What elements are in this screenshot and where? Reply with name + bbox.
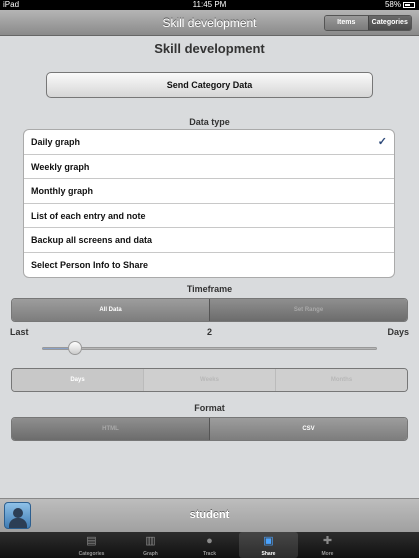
tab-categories[interactable]: ▤ Categories (62, 532, 121, 558)
tab-graph[interactable]: ▥ Graph (121, 532, 180, 558)
range-unit-segmented-control: Days Weeks Months (11, 368, 408, 392)
categories-icon: ▤ (86, 535, 97, 547)
range-row: Last 2 Days (0, 327, 419, 339)
range-value: 2 (206, 327, 212, 337)
range-slider-thumb[interactable] (68, 341, 82, 355)
row-label: Daily graph (31, 137, 81, 147)
data-type-row-person-info[interactable]: Select Person Info to Share (24, 253, 394, 278)
row-label: Weekly graph (31, 161, 90, 172)
send-category-data-button[interactable]: Send Category Data (46, 72, 373, 98)
row-label: Monthly graph (31, 186, 93, 196)
tab-label: Track (202, 551, 217, 557)
tab-track[interactable]: ● Track (180, 532, 239, 558)
battery-icon (403, 2, 415, 8)
data-type-row-backup[interactable]: Backup all screens and data (24, 228, 394, 253)
tab-label: Categories (78, 551, 105, 557)
segment-set-range[interactable]: Set Range (209, 299, 407, 321)
tab-share[interactable]: ▣ Share (239, 532, 298, 558)
more-puzzle-icon: ✚ (322, 535, 333, 547)
navigation-bar: Skill development Items Categories (0, 10, 419, 36)
timeframe-segmented-control: All Data Set Range (11, 298, 408, 322)
share-speech-icon: ▣ (263, 535, 274, 547)
person-bar: student (0, 498, 419, 532)
tab-label: Graph (143, 551, 158, 557)
row-label: Backup all screens and data (31, 235, 153, 245)
checkmark-icon: ✓ (377, 136, 387, 148)
graph-icon: ▥ (145, 535, 156, 547)
battery-indicator: 58% (385, 0, 415, 10)
segment-categories[interactable]: Categories (367, 16, 411, 30)
segment-weeks[interactable]: Weeks (143, 369, 275, 391)
segment-csv[interactable]: CSV (209, 418, 407, 440)
person-name: student (189, 509, 230, 521)
battery-percent: 58% (384, 0, 401, 9)
range-unit-label: Days (387, 327, 409, 337)
data-type-row-weekly-graph[interactable]: Weekly graph (24, 155, 394, 179)
data-type-row-list-entries[interactable]: List of each entry and note (24, 204, 394, 228)
format-label: Format (194, 403, 225, 413)
row-label: List of each entry and note (31, 210, 146, 221)
status-bar: iPad 11:45 PM 58% (0, 0, 419, 10)
segment-months[interactable]: Months (275, 369, 407, 391)
status-time: 11:45 PM (192, 0, 227, 9)
data-type-row-monthly-graph[interactable]: Monthly graph (24, 179, 394, 204)
data-type-label: Data type (189, 117, 230, 127)
range-slider-track[interactable] (42, 347, 377, 350)
track-paw-icon: ● (206, 535, 213, 547)
format-segmented-control: HTML CSV (11, 417, 408, 441)
row-label: Select Person Info to Share (31, 259, 149, 270)
segment-items[interactable]: Items (325, 16, 368, 30)
page-title: Skill development (154, 41, 265, 56)
tab-more[interactable]: ✚ More (298, 532, 357, 558)
data-type-table: Daily graph ✓ Weekly graph Monthly graph… (23, 129, 395, 278)
timeframe-label: Timeframe (186, 284, 233, 294)
segment-html[interactable]: HTML (12, 418, 209, 440)
items-categories-segmented-control: Items Categories (324, 15, 412, 31)
segment-all-data[interactable]: All Data (12, 299, 209, 321)
data-type-row-daily-graph[interactable]: Daily graph ✓ (24, 130, 394, 155)
tab-bar: ▤ Categories ▥ Graph ● Track ▣ Share ✚ M… (0, 532, 419, 558)
tab-label: More (321, 551, 334, 557)
segment-days[interactable]: Days (12, 369, 143, 391)
tab-label: Share (261, 551, 276, 557)
